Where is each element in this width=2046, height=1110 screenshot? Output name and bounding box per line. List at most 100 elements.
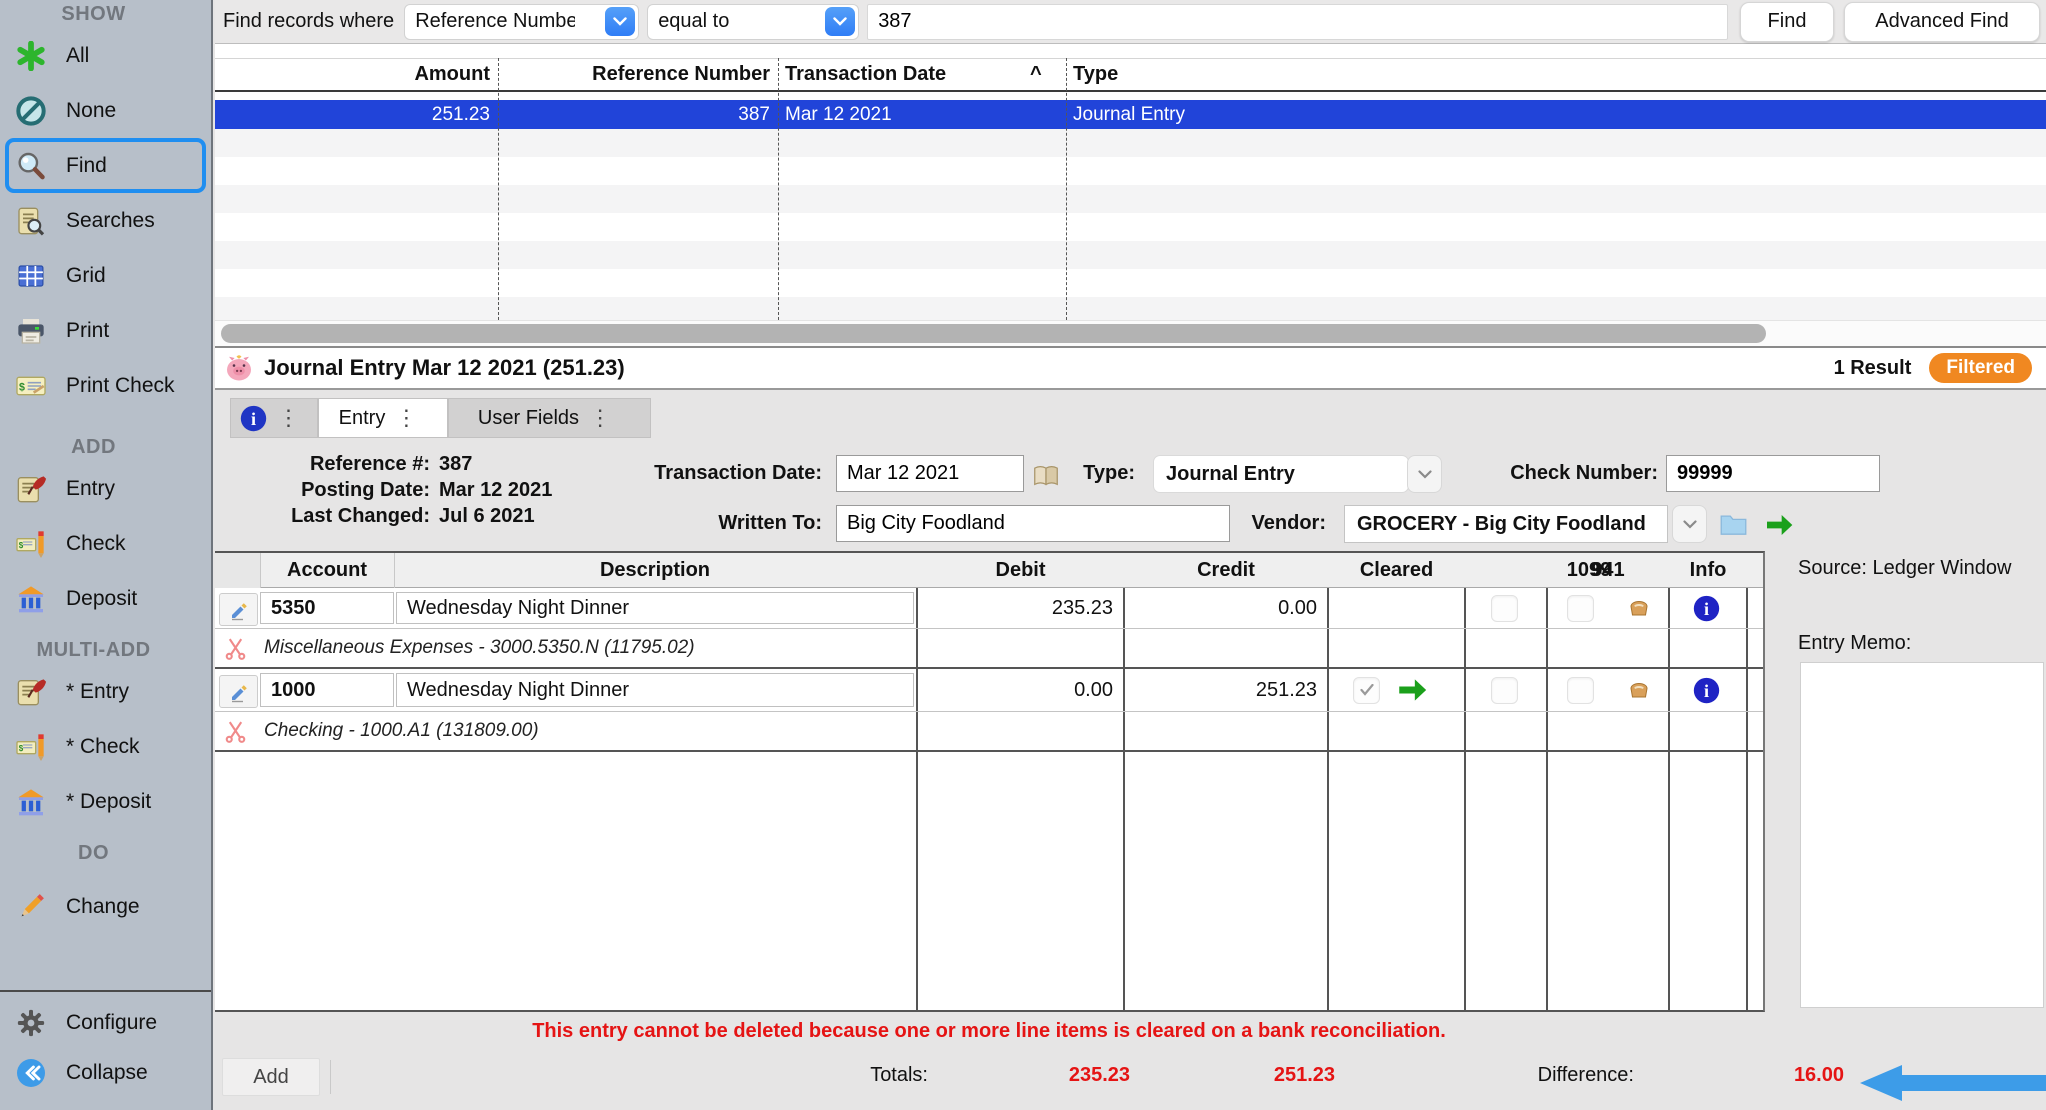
sidebar-item-multi-deposit[interactable]: * Deposit [0,774,211,829]
grid-row-1[interactable]: 5350 Wednesday Night Dinner 235.23 0.00 … [215,588,1763,629]
check-number-input[interactable] [1666,455,1880,492]
tab-entry-label: Entry [339,407,386,430]
sidebar-item-configure[interactable]: Configure [0,998,211,1048]
reference-label: Reference #: [255,453,430,476]
account-cell[interactable]: 1000 [260,673,394,707]
entry-memo-textarea[interactable] [1800,662,2044,1008]
sidebar-item-multi-entry[interactable]: * Entry [0,664,211,719]
tab-user-fields-label: User Fields [478,407,579,430]
tag-icon [1627,669,1657,711]
empty-result-rows [215,129,2046,320]
checkbox-1099[interactable] [1491,588,1519,628]
description-cell[interactable]: Wednesday Night Dinner [396,673,914,707]
grid-icon [14,259,48,293]
sidebar-item-collapse[interactable]: Collapse [0,1048,211,1098]
column-header-amount[interactable]: Amount [215,59,490,90]
entry-memo-label: Entry Memo: [1798,632,1911,655]
grid-header-description: Description [394,553,916,588]
written-to-input[interactable] [836,505,1230,542]
operator-select[interactable]: equal to [647,4,859,40]
sidebar-item-change[interactable]: Change [0,879,211,934]
type-select-chevron[interactable] [1407,455,1442,493]
checkbox-941[interactable] [1567,669,1595,711]
column-header-reference-number[interactable]: Reference Number [498,59,770,90]
column-header-transaction-date[interactable]: Transaction Date [785,59,1025,90]
advanced-find-button[interactable]: Advanced Find [1844,2,2040,42]
credit-cell[interactable]: 251.23 [1125,669,1317,711]
find-bar-label: Find records where [223,10,394,33]
type-select[interactable]: Journal Entry [1153,455,1409,493]
detail-title-bar: Journal Entry Mar 12 2021 (251.23) 1 Res… [215,348,2046,390]
collapse-icon [14,1056,48,1090]
written-to-label: Written To: [665,512,822,535]
last-changed-label: Last Changed: [255,505,430,528]
tab-entry[interactable]: Entry ⋮ [318,398,448,438]
goto-vendor-arrow-icon[interactable] [1763,509,1795,541]
info-tab-button[interactable]: i ⋮ [230,398,318,438]
info-icon: i [239,404,268,433]
sidebar-item-label: Searches [66,209,155,233]
search-input[interactable] [867,4,1728,40]
column-divider [1066,58,1067,320]
tab-user-fields[interactable]: User Fields ⋮ [448,398,651,438]
field-select[interactable]: Reference Number [404,4,639,40]
last-changed-value: Jul 6 2021 [439,505,535,528]
sidebar-item-label: Deposit [66,587,137,611]
sidebar-item-label: Grid [66,264,106,288]
grid-row-2[interactable]: 1000 Wednesday Night Dinner 0.00 251.23 … [215,669,1763,712]
selected-result-row[interactable]: 251.23 387 Mar 12 2021 Journal Entry [215,100,2046,129]
cleared-arrow-icon[interactable] [1395,669,1435,711]
tab-separator-dots: ⋮ [268,407,310,429]
sidebar-item-print[interactable]: Print [0,303,211,358]
grid-header-credit: Credit [1125,553,1327,588]
line-info-icon[interactable]: i [1692,669,1722,711]
column-header-type[interactable]: Type [1073,59,1273,90]
account-cell[interactable]: 5350 [260,592,394,624]
filtered-badge: Filtered [1929,353,2032,383]
posting-date-value: Mar 12 2021 [439,479,552,502]
edit-line-icon[interactable] [219,593,258,626]
sidebar-item-all[interactable]: All [0,28,211,83]
tag-icon [1627,588,1657,628]
detail-tabs: i ⋮ Entry ⋮ User Fields ⋮ [230,398,651,438]
cleared-checkbox[interactable] [1353,669,1381,711]
posting-date-label: Posting Date: [255,479,430,502]
sidebar-item-searches[interactable]: Searches [0,193,211,248]
sidebar-item-entry[interactable]: Entry [0,461,211,516]
debit-cell[interactable]: 0.00 [918,669,1113,711]
credit-cell[interactable]: 0.00 [1125,588,1317,628]
sidebar-item-label: Print [66,319,109,343]
sidebar-item-deposit[interactable]: Deposit [0,571,211,626]
checkbox-941[interactable] [1567,588,1595,628]
debit-cell[interactable]: 235.23 [918,588,1113,628]
folder-icon[interactable] [1718,509,1749,540]
field-select-value: Reference Number [415,10,575,33]
svg-text:$: $ [19,381,25,393]
row-reference-number: 387 [498,100,770,129]
add-button[interactable]: Add [222,1058,320,1096]
sidebar-item-check[interactable]: $ Check [0,516,211,571]
sidebar-item-label: Check [66,532,126,556]
find-button[interactable]: Find [1740,2,1834,42]
sidebar-item-none[interactable]: None [0,83,211,138]
sidebar-item-print-check[interactable]: $ Print Check [0,358,211,413]
sidebar-item-grid[interactable]: Grid [0,248,211,303]
printer-icon [14,314,48,348]
transaction-date-input[interactable] [836,455,1024,492]
checkbox-1099[interactable] [1491,669,1519,711]
sidebar-item-multi-check[interactable]: $ * Check [0,719,211,774]
svg-text:i: i [250,409,255,429]
source-label: Source: Ledger Window [1798,555,2028,581]
description-cell[interactable]: Wednesday Night Dinner [396,592,914,624]
footer-divider [330,1060,331,1094]
sidebar-item-find[interactable]: Find [5,138,206,193]
vendor-select-chevron[interactable] [1672,505,1707,543]
line-info-icon[interactable]: i [1692,588,1722,628]
sidebar-item-label: Configure [66,1011,157,1035]
edit-line-icon[interactable] [219,675,258,708]
vendor-select[interactable]: GROCERY - Big City Foodland [1344,505,1668,543]
sort-indicator: ^ [1030,59,1060,90]
sidebar-item-label: None [66,99,116,123]
scrollbar-thumb[interactable] [221,324,1766,343]
pig-icon [224,353,254,383]
